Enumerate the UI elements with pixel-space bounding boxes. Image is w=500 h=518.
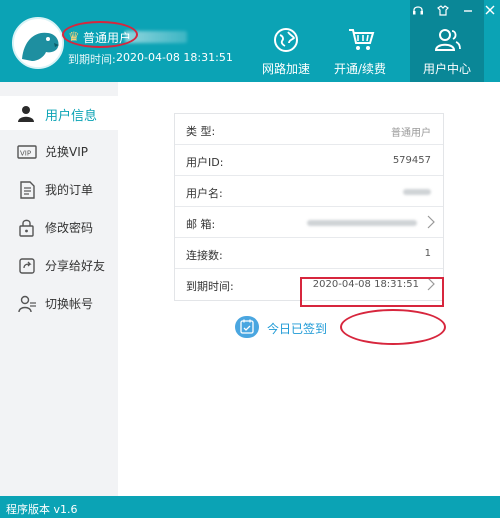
chevron-right-icon (427, 215, 435, 229)
row-label: 连接数: (186, 249, 223, 262)
svg-text:VIP: VIP (20, 150, 31, 158)
nav-label: 网路加速 (261, 62, 310, 76)
order-icon (20, 181, 35, 199)
nav-network-accelerate[interactable]: 网路加速 (249, 0, 323, 82)
nav-label: 开通/续费 (333, 62, 387, 76)
switch-user-icon (18, 295, 36, 313)
sidebar-item-label: 兑换VIP (45, 145, 88, 159)
sidebar-item-user-info[interactable]: 用户信息 (0, 96, 118, 130)
users-icon (434, 29, 461, 51)
header-expire-value: 2020-04-08 18:31:51 (116, 51, 233, 64)
vip-icon: VIP (17, 145, 37, 159)
info-row-type: 类 型: 普通用户 (175, 114, 443, 145)
user-avatar[interactable] (12, 17, 64, 69)
nav-subscribe-renew[interactable]: 开通/续费 (323, 0, 397, 82)
row-value: 普通用户 (391, 128, 431, 139)
blurred-username-value (403, 189, 431, 195)
minimize-icon[interactable] (462, 4, 474, 16)
row-label: 用户名: (186, 187, 223, 200)
blurred-email-value (307, 220, 417, 226)
sidebar-item-label: 我的订单 (45, 183, 94, 197)
cart-icon (349, 29, 375, 50)
info-row-connections: 连接数: 1 (175, 238, 443, 269)
otter-logo-icon (14, 19, 62, 67)
row-value: 579457 (392, 155, 431, 166)
info-table: 类 型: 普通用户 用户ID: 579457 用户名: 邮 箱: 连接数: 1 … (174, 113, 444, 301)
lock-icon (19, 219, 34, 237)
user-icon (18, 106, 34, 122)
close-icon[interactable] (484, 4, 496, 16)
globe-icon (274, 28, 298, 52)
row-label: 类 型: (186, 125, 216, 138)
sidebar-item-redeem-vip[interactable]: VIP 兑换VIP (0, 134, 118, 168)
headset-icon[interactable] (412, 4, 424, 16)
annotation-ellipse-user-type (62, 21, 138, 48)
title-bar: ♛ 普通用户 到期时间: 2020-04-08 18:31:51 网路加速 开通… (0, 0, 500, 82)
sidebar-item-label: 分享给好友 (45, 259, 106, 273)
calendar-check-icon (235, 316, 259, 338)
row-label: 到期时间: (186, 280, 234, 293)
info-row-email[interactable]: 邮 箱: (175, 207, 443, 238)
row-label: 邮 箱: (186, 218, 216, 231)
user-info-panel: 类 型: 普通用户 用户ID: 579457 用户名: 邮 箱: 连接数: 1 … (118, 82, 500, 496)
annotation-ellipse-checkin (340, 309, 446, 345)
header-expire-label: 到期时间: (68, 53, 116, 66)
sidebar-item-label: 切换帐号 (45, 297, 94, 311)
sidebar-item-switch-account[interactable]: 切换帐号 (0, 286, 118, 320)
info-row-username: 用户名: (175, 176, 443, 207)
sidebar: 用户信息 VIP 兑换VIP 我的订单 修改密码 分享给好友 切换帐号 (0, 82, 118, 496)
skin-icon[interactable] (437, 4, 449, 16)
sidebar-item-change-password[interactable]: 修改密码 (0, 210, 118, 244)
sidebar-item-label: 用户信息 (45, 109, 98, 124)
sidebar-item-label: 修改密码 (45, 221, 94, 235)
row-label: 用户ID: (186, 156, 224, 169)
row-value: 1 (424, 248, 431, 259)
info-row-user-id: 用户ID: 579457 (175, 145, 443, 176)
sidebar-item-my-orders[interactable]: 我的订单 (0, 172, 118, 206)
nav-label: 用户中心 (422, 62, 471, 76)
version-label: 程序版本 v1.6 (6, 503, 78, 516)
status-bar: 程序版本 v1.6 (0, 496, 500, 518)
annotation-box-expire-time (300, 277, 444, 307)
share-icon (19, 258, 35, 274)
sidebar-item-share[interactable]: 分享给好友 (0, 248, 118, 282)
checkin-status[interactable]: 今日已签到 (267, 320, 327, 337)
